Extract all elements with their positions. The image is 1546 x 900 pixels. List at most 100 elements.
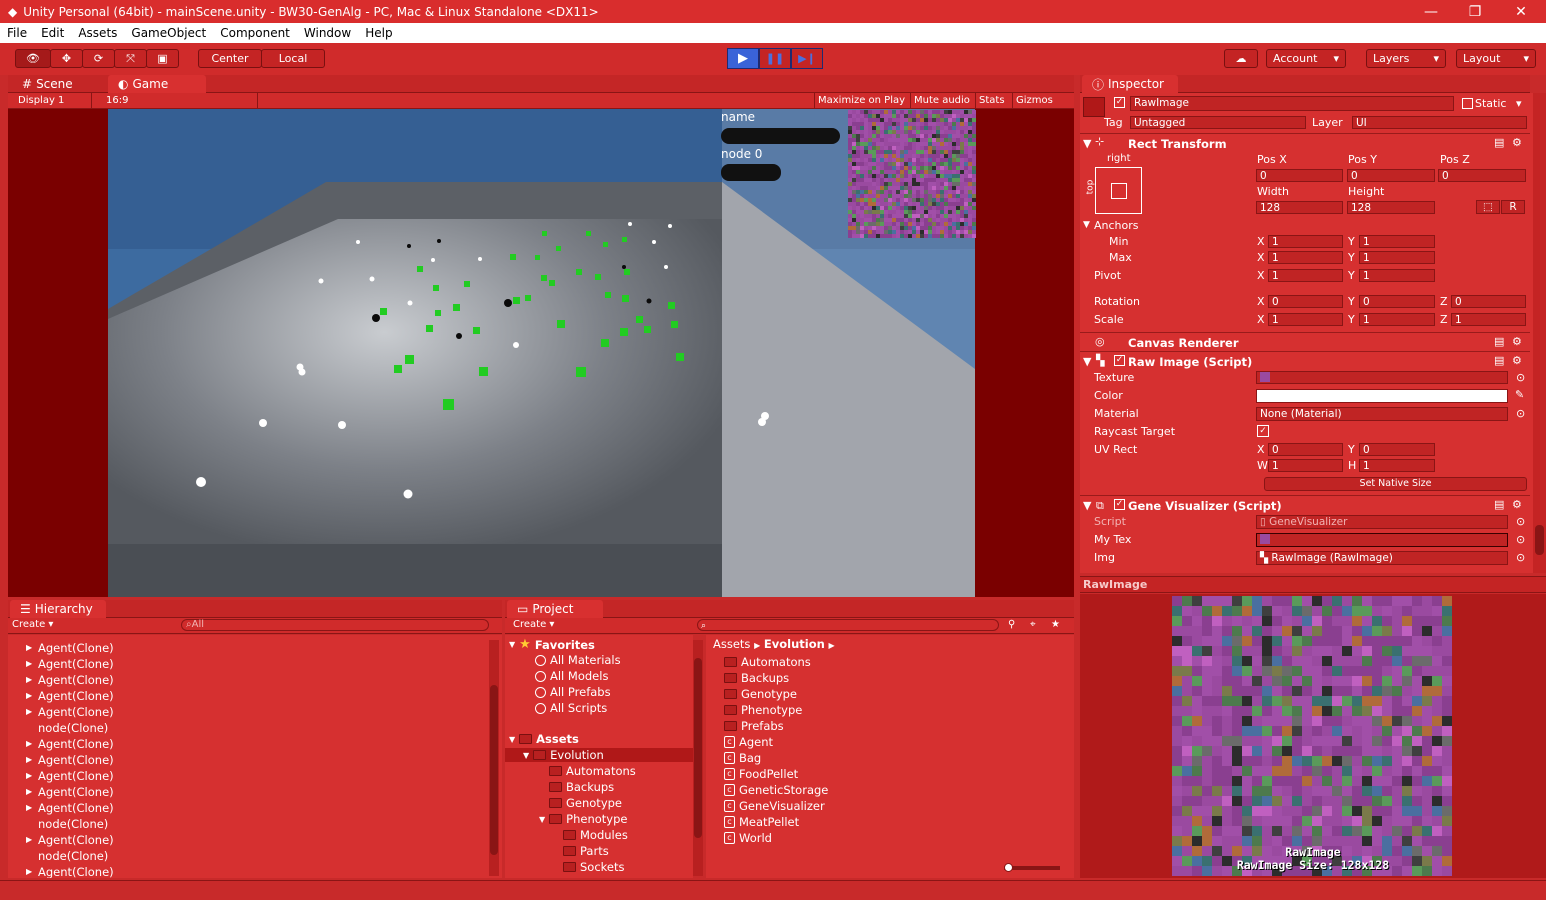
expand-arrow-icon[interactable]: ▶ xyxy=(26,672,32,688)
width-field[interactable]: 128 xyxy=(1256,201,1343,214)
object-picker-icon[interactable]: ⊙ xyxy=(1516,533,1525,546)
view-tool-button[interactable]: 👁 xyxy=(15,49,51,68)
favorite-item[interactable]: All Materials xyxy=(535,653,621,667)
filter-type-icon[interactable]: ⚲ xyxy=(1008,619,1015,630)
restore-button[interactable]: ❐ xyxy=(1452,0,1498,23)
breadcrumb-evolution[interactable]: Evolution xyxy=(764,637,825,651)
menu-component[interactable]: Component xyxy=(213,26,297,40)
material-field[interactable]: None (Material) xyxy=(1256,407,1508,421)
stats-toggle[interactable]: Stats xyxy=(975,93,1008,108)
minimize-button[interactable]: — xyxy=(1408,0,1454,23)
display-dropdown[interactable]: Display 1 xyxy=(8,93,92,108)
tab-project[interactable]: ▭ Project xyxy=(507,600,603,618)
scale-z-field[interactable]: 1 xyxy=(1451,313,1526,326)
menu-window[interactable]: Window xyxy=(297,26,358,40)
rotate-tool-button[interactable]: ⟳ xyxy=(82,49,115,68)
menu-assets[interactable]: Assets xyxy=(71,26,124,40)
menu-gameobject[interactable]: GameObject xyxy=(124,26,213,40)
step-button[interactable]: ▶❙ xyxy=(791,48,823,69)
expand-arrow-icon[interactable]: ▶ xyxy=(26,864,32,878)
hierarchy-row[interactable]: node(Clone) xyxy=(34,816,108,832)
uv-y-field[interactable]: 0 xyxy=(1359,443,1435,456)
game-viewport[interactable]: name node 0 xyxy=(8,109,1074,597)
help-book-icon[interactable]: ▤ xyxy=(1494,335,1504,348)
project-search-input[interactable]: ⌕ xyxy=(697,619,999,631)
foldout-arrow-icon[interactable]: ▼ xyxy=(523,751,529,760)
evolution-folder[interactable]: ▼ Evolution xyxy=(505,748,693,762)
uv-h-field[interactable]: 1 xyxy=(1359,459,1435,472)
asset-script[interactable]: c World xyxy=(724,831,772,845)
pivot-y-field[interactable]: 1 xyxy=(1359,269,1435,282)
uv-x-field[interactable]: 0 xyxy=(1268,443,1343,456)
hierarchy-row[interactable]: ▶ Agent(Clone) xyxy=(26,752,114,768)
tab-hierarchy[interactable]: ☰ Hierarchy xyxy=(10,600,106,618)
tree-folder[interactable]: Automatons xyxy=(549,764,636,778)
pivot-local-button[interactable]: Local xyxy=(261,49,325,68)
chevron-down-icon[interactable]: ▾ xyxy=(1516,97,1522,110)
asset-folder[interactable]: Genotype xyxy=(724,687,797,701)
filter-label-icon[interactable]: ⌖ xyxy=(1030,619,1036,630)
inspector-scrollbar[interactable] xyxy=(1533,93,1546,573)
asset-folder[interactable]: Backups xyxy=(724,671,789,685)
scale-y-field[interactable]: 1 xyxy=(1359,313,1435,326)
blueprint-mode-button[interactable]: ⬚ xyxy=(1476,200,1500,214)
hierarchy-row[interactable]: ▶ Agent(Clone) xyxy=(26,640,114,656)
object-picker-icon[interactable]: ⊙ xyxy=(1516,551,1525,564)
account-dropdown[interactable]: Account ▾ xyxy=(1266,49,1346,68)
hierarchy-row[interactable]: ▶ Agent(Clone) xyxy=(26,656,114,672)
hierarchy-row[interactable]: ▶ Agent(Clone) xyxy=(26,736,114,752)
eyedropper-icon[interactable]: ✎ xyxy=(1515,388,1524,401)
favorite-item[interactable]: All Models xyxy=(535,669,608,683)
menu-file[interactable]: File xyxy=(0,26,34,40)
favorite-item[interactable]: All Scripts xyxy=(535,701,607,715)
foldout-arrow-icon[interactable]: ▼ xyxy=(509,640,515,649)
expand-arrow-icon[interactable]: ▶ xyxy=(26,640,32,656)
anchor-max-y-field[interactable]: 1 xyxy=(1359,251,1435,264)
active-checkbox[interactable]: ✓ xyxy=(1114,97,1125,108)
rotation-y-field[interactable]: 0 xyxy=(1359,295,1435,308)
asset-script[interactable]: c Agent xyxy=(724,735,773,749)
hierarchy-row[interactable]: ▶ Agent(Clone) xyxy=(26,784,114,800)
hierarchy-row[interactable]: node(Clone) xyxy=(34,848,108,864)
color-swatch[interactable] xyxy=(1256,389,1508,403)
favorites-header[interactable]: ▼ ★ Favorites xyxy=(509,637,595,652)
foldout-arrow-icon[interactable]: ▼ xyxy=(539,815,545,824)
help-book-icon[interactable]: ▤ xyxy=(1494,354,1504,367)
tag-dropdown[interactable]: Untagged xyxy=(1130,116,1306,129)
asset-folder[interactable]: Phenotype xyxy=(724,703,802,717)
anchor-max-x-field[interactable]: 1 xyxy=(1268,251,1343,264)
pivot-x-field[interactable]: 1 xyxy=(1268,269,1343,282)
hierarchy-create-dropdown[interactable]: Create ▾ xyxy=(12,619,53,630)
gene-visualizer-enabled-checkbox[interactable]: ✓ xyxy=(1114,499,1125,510)
hierarchy-row[interactable]: ▶ Agent(Clone) xyxy=(26,688,114,704)
gear-icon[interactable]: ⚙ xyxy=(1512,498,1522,511)
height-field[interactable]: 128 xyxy=(1347,201,1435,214)
expand-arrow-icon[interactable]: ▶ xyxy=(26,832,32,848)
rotation-x-field[interactable]: 0 xyxy=(1268,295,1343,308)
expand-arrow-icon[interactable]: ▶ xyxy=(26,656,32,672)
raycast-target-checkbox[interactable]: ✓ xyxy=(1257,425,1269,437)
preview-header[interactable]: RawImage xyxy=(1080,576,1546,593)
asset-script[interactable]: c GeneticStorage xyxy=(724,783,828,797)
expand-arrow-icon[interactable]: ▶ xyxy=(26,784,32,800)
layout-dropdown[interactable]: Layout ▾ xyxy=(1456,49,1536,68)
rotation-z-field[interactable]: 0 xyxy=(1451,295,1526,308)
img-field[interactable]: ▚ RawImage (RawImage) xyxy=(1256,551,1508,565)
tab-scene[interactable]: # Scene xyxy=(12,75,83,93)
scale-tool-button[interactable]: ⤧ xyxy=(114,49,147,68)
asset-script[interactable]: c FoodPellet xyxy=(724,767,798,781)
gizmos-dropdown[interactable]: Gizmos xyxy=(1012,93,1056,108)
foldout-arrow-icon[interactable]: ▼ xyxy=(1083,499,1091,512)
tree-folder[interactable]: Sockets xyxy=(563,860,624,874)
foldout-arrow-icon[interactable]: ▼ xyxy=(1083,220,1090,230)
move-tool-button[interactable]: ✥ xyxy=(50,49,83,68)
gear-icon[interactable]: ⚙ xyxy=(1512,136,1522,149)
mute-audio-toggle[interactable]: Mute audio xyxy=(910,93,973,108)
foldout-arrow-icon[interactable]: ▼ xyxy=(1083,137,1091,150)
asset-script[interactable]: c MeatPellet xyxy=(724,815,799,829)
favorite-star-icon[interactable]: ★ xyxy=(1051,619,1060,630)
posy-field[interactable]: 0 xyxy=(1347,169,1435,182)
project-tree-scrollbar[interactable] xyxy=(693,640,703,876)
hierarchy-row[interactable]: ▶ Agent(Clone) xyxy=(26,832,114,848)
pause-button[interactable]: ❚❚ xyxy=(759,48,791,69)
